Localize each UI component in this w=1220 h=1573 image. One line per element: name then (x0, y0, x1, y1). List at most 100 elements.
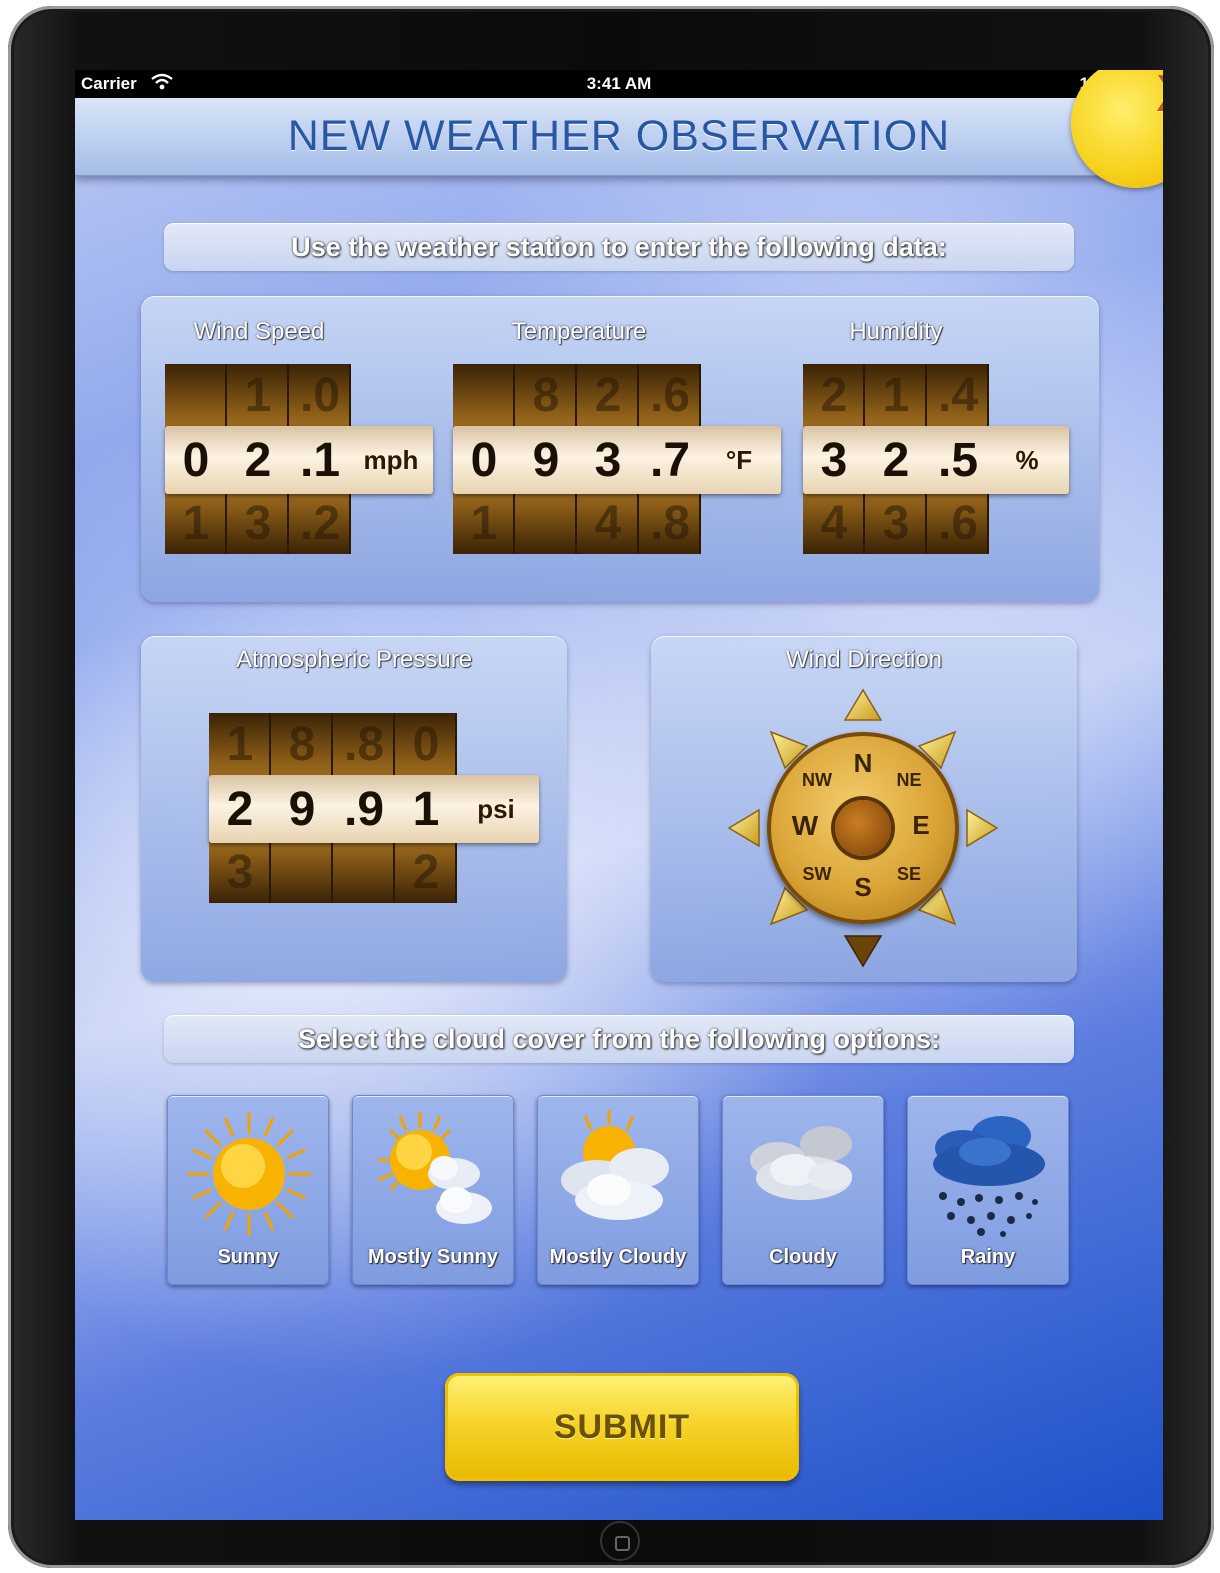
odometer-digit: 8 (288, 718, 316, 771)
arrow-north-icon[interactable] (843, 688, 883, 721)
cloud-cover-options: Sunny Mostly Sunny Mostly Cloudy Cloudy … (167, 1095, 1071, 1287)
odometer-digit: .6 (649, 369, 691, 422)
odometer-digit (165, 364, 227, 426)
cloud-option-label: Mostly Cloudy (549, 1246, 687, 1268)
odometer-digit (271, 841, 333, 903)
direction-n[interactable]: N (843, 748, 883, 779)
pressure-label: Atmospheric Pressure (235, 646, 473, 673)
unit-label: °F (725, 445, 753, 475)
selected-digit: 0 (182, 434, 210, 487)
odometer-digit: 2 (412, 846, 440, 899)
direction-se[interactable]: SE (889, 864, 929, 885)
odometer-digit: 1 (182, 497, 210, 550)
odometer-digit: 2 (820, 369, 848, 422)
direction-e[interactable]: E (901, 810, 941, 841)
cloud-option-rainy[interactable]: Rainy (907, 1095, 1069, 1285)
odometer-digit: 2 (594, 369, 622, 422)
unit-label: psi (477, 794, 515, 824)
wind-direction-label: Wind Direction (785, 646, 943, 673)
odometer-digit: 1 (244, 369, 272, 422)
data-entry-instruction: Use the weather station to enter the fol… (164, 223, 1074, 271)
odometer-digit: .8 (343, 718, 385, 771)
odometer-digit: .6 (937, 497, 979, 550)
selected-digit: 1 (412, 783, 440, 836)
status-bar: Carrier 3:41 AM 100% (75, 70, 1163, 98)
odometer-digit: 1 (470, 497, 498, 550)
humidity-odometer[interactable]: 2 4 1 3 .4 .6 3 2 .5 % (803, 364, 1073, 554)
odometer-selection-band: 0 9 3 .7 °F (453, 426, 781, 494)
rain-cloud-icon (933, 1116, 1045, 1237)
cloud-icon (750, 1126, 852, 1200)
page-title: NEW WEATHER OBSERVATION (287, 112, 951, 160)
compass-dial[interactable]: N S W E NW NE SW SE (719, 684, 1007, 972)
arrow-west-icon[interactable] (727, 808, 760, 848)
cloud-option-label: Sunny (217, 1246, 279, 1268)
pressure-panel: Atmospheric Pressure 1 3 8 .8 0 2 2 9 .9… (141, 636, 567, 982)
cloud-sun-icon (561, 1110, 669, 1220)
odometer-selection-band: 3 2 .5 % (803, 426, 1069, 494)
odometer-selection-band: 0 2 .1 mph (165, 426, 433, 494)
unit-label: mph (363, 445, 419, 475)
odometer-digit (515, 492, 577, 554)
odometer-digit: 1 (882, 369, 910, 422)
direction-nw[interactable]: NW (797, 770, 837, 791)
direction-s[interactable]: S (843, 872, 883, 903)
direction-sw[interactable]: SW (797, 864, 837, 885)
cloud-option-cloudy[interactable]: Cloudy (722, 1095, 884, 1285)
arrow-south-icon[interactable] (843, 935, 883, 968)
cloud-option-label: Rainy (960, 1246, 1016, 1268)
submit-button[interactable]: SUBMIT (445, 1373, 799, 1481)
clock: 3:41 AM (586, 74, 652, 93)
cloud-option-label: Mostly Sunny (367, 1246, 498, 1268)
close-button[interactable]: X (1071, 70, 1163, 188)
odometer-digit: 3 (882, 497, 910, 550)
selected-digit: 3 (820, 434, 848, 487)
cloud-option-mostly-cloudy[interactable]: Mostly Cloudy (537, 1095, 699, 1285)
cloud-option-mostly-sunny[interactable]: Mostly Sunny (352, 1095, 514, 1285)
observation-form: NEW WEATHER OBSERVATION X Use the weathe… (75, 70, 1163, 1520)
odometer-digit (333, 841, 395, 903)
cloud-option-sunny[interactable]: Sunny (167, 1095, 329, 1285)
odometer-digit: .0 (299, 369, 341, 422)
temperature-odometer[interactable]: 1 8 2 4 .6 .8 0 9 3 .7 °F (453, 364, 783, 554)
selected-digit: 2 (244, 434, 272, 487)
selected-digit: 9 (288, 783, 316, 836)
odometer-selection-band: 2 9 .9 1 psi (209, 775, 539, 843)
wind-speed-odometer[interactable]: 1 1 3 .0 .2 0 2 .1 mph (165, 364, 435, 554)
title-bar: NEW WEATHER OBSERVATION X (75, 70, 1163, 188)
humidity-label: Humidity (849, 318, 943, 345)
pressure-odometer[interactable]: 1 3 8 .8 0 2 2 9 .9 1 psi (209, 713, 541, 903)
selected-digit: .7 (649, 434, 691, 487)
sun-cloud-icon (377, 1112, 492, 1224)
wind-speed-label: Wind Speed (193, 318, 325, 345)
odometer-digit: 4 (820, 497, 848, 550)
direction-w[interactable]: W (785, 810, 825, 842)
selected-digit: 3 (594, 434, 622, 487)
odometer-digit: .2 (299, 497, 341, 550)
cloud-option-label: Cloudy (769, 1246, 837, 1268)
close-icon: X (1156, 70, 1163, 124)
odometer-digit: 1 (226, 718, 254, 771)
selected-digit: .5 (937, 434, 979, 487)
selected-digit: 2 (882, 434, 910, 487)
direction-ne[interactable]: NE (889, 770, 929, 791)
unit-label: % (1015, 445, 1039, 475)
selected-digit: 0 (470, 434, 498, 487)
odometer-digit: 0 (412, 718, 440, 771)
odometer-digit: 4 (594, 497, 622, 550)
odometer-digit: .8 (649, 497, 691, 550)
screen: Carrier 3:41 AM 100% NEW WEATHER OBSERVA… (75, 70, 1163, 1520)
compass-hub (835, 800, 891, 856)
home-button[interactable] (600, 1521, 640, 1561)
selected-digit: 9 (532, 434, 560, 487)
selected-digit: .1 (299, 434, 341, 487)
odometer-digit: 8 (532, 369, 560, 422)
odometer-digit: 3 (244, 497, 272, 550)
ipad-frame: Carrier 3:41 AM 100% NEW WEATHER OBSERVA… (8, 6, 1214, 1568)
selected-digit: .9 (343, 783, 385, 836)
temperature-label: Temperature (511, 318, 647, 345)
measurements-panel: Wind Speed Temperature Humidity 1 1 3 .0 (141, 296, 1099, 602)
arrow-east-icon[interactable] (966, 808, 999, 848)
wind-direction-panel: Wind Direction N S W E NW NE SW SE (651, 636, 1077, 982)
odometer-digit (453, 364, 515, 426)
